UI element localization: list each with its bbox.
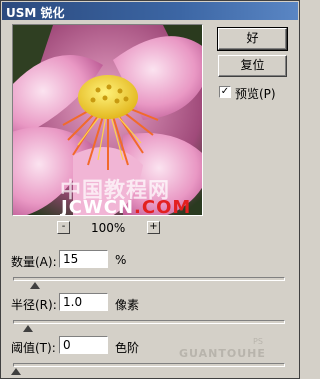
preview-checkbox[interactable]: ✓ <box>219 86 231 98</box>
zoom-in-button[interactable]: + <box>147 221 160 234</box>
amount-slider-thumb[interactable] <box>30 282 40 289</box>
preview-checkbox-label: 预览(P) <box>235 87 276 101</box>
threshold-slider-track[interactable] <box>13 363 285 367</box>
radius-input[interactable]: 1.0 <box>59 293 108 311</box>
threshold-slider-thumb[interactable] <box>11 368 21 375</box>
zoom-controls: - 100% + <box>51 221 161 237</box>
usm-sharpen-dialog: USM 锐化 中国教程网 JCWCN.COM - 100% + 好 复位 ✓ 预… <box>0 0 300 379</box>
preview-image[interactable]: 中国教程网 JCWCN.COM <box>12 24 203 216</box>
footer-watermark-small: PS <box>253 337 263 346</box>
watermark-en-part1: JCWCN <box>61 197 135 216</box>
radius-slider-thumb[interactable] <box>23 325 33 332</box>
title-bar[interactable]: USM 锐化 <box>2 2 298 20</box>
amount-label: 数量(A): <box>11 255 57 269</box>
threshold-unit: 色阶 <box>115 341 140 355</box>
amount-input[interactable]: 15 <box>59 250 108 268</box>
amount-unit: % <box>115 253 127 267</box>
radius-unit: 像素 <box>115 298 140 312</box>
zoom-out-button[interactable]: - <box>57 221 70 234</box>
dialog-title: USM 锐化 <box>6 6 65 20</box>
watermark-en-part2: .COM <box>134 197 192 216</box>
amount-slider-track[interactable] <box>13 277 285 281</box>
watermark-en-text: JCWCN.COM <box>61 197 192 216</box>
threshold-input[interactable]: 0 <box>59 336 108 354</box>
radius-label: 半径(R): <box>11 298 57 312</box>
radius-slider-track[interactable] <box>13 320 285 324</box>
footer-watermark-brand: GUANTOUHE <box>179 347 266 360</box>
reset-button[interactable]: 复位 <box>218 55 287 77</box>
threshold-label: 阈值(T): <box>11 341 56 355</box>
ok-button[interactable]: 好 <box>217 27 288 51</box>
zoom-level: 100% <box>91 221 126 235</box>
